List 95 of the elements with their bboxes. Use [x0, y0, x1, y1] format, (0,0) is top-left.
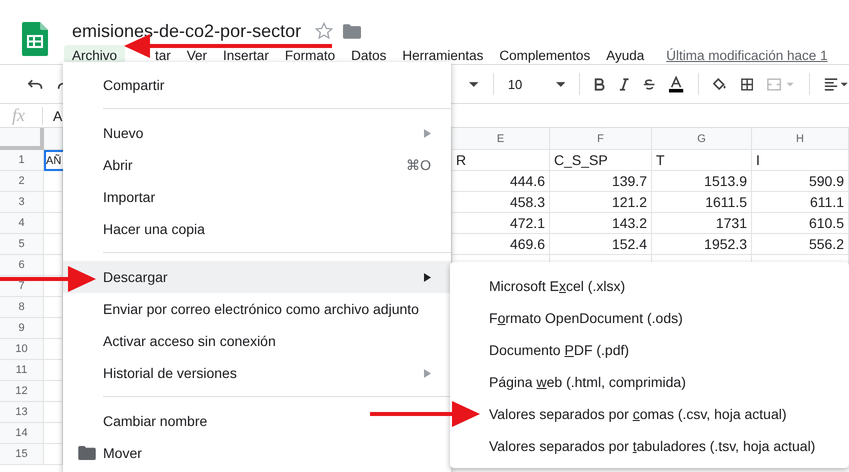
menu-label: Hacer una copia	[103, 221, 205, 237]
row-header[interactable]: 10	[0, 339, 44, 360]
table-cell: T	[652, 150, 752, 171]
row-header[interactable]: 11	[0, 360, 44, 381]
table-cell: 590.9	[752, 171, 849, 192]
font-size-field[interactable]: 10	[508, 76, 542, 92]
table-cell: 152.4	[550, 234, 652, 255]
menu-label: Importar	[103, 189, 156, 205]
menu-label: Enviar por correo electrónico como archivo adjunto	[103, 301, 419, 317]
bold-icon[interactable]	[594, 78, 605, 90]
menu-item[interactable]: Datos	[343, 45, 394, 66]
menu-option[interactable]: Historial de versiones	[63, 357, 451, 389]
menu-label: Cambiar nombre	[103, 413, 208, 429]
table-cell: 458.3	[452, 192, 550, 213]
row-header[interactable]: 3	[0, 192, 44, 213]
italic-icon[interactable]	[618, 78, 630, 90]
fill-color-icon[interactable]	[712, 78, 727, 90]
menu-item[interactable]: Ver	[178, 45, 216, 66]
menu-option[interactable]: Microsoft Excel (.xlsx)	[450, 270, 849, 302]
table-cell: 139.7	[550, 171, 652, 192]
menu-option[interactable]: Formato OpenDocument (.ods)	[450, 302, 849, 334]
menu-item[interactable]: Ayuda	[598, 45, 652, 66]
menu-option[interactable]: Abrir ⌘O	[63, 149, 451, 181]
menu-item[interactable]: Formato	[276, 45, 344, 66]
menu-label: Activar acceso sin conexión	[103, 333, 276, 349]
caret-icon[interactable]	[556, 82, 566, 86]
last-modified-link[interactable]: Última modificación hace 1	[666, 48, 828, 63]
menu-label: Nuevo	[103, 125, 144, 141]
menu-option[interactable]: Importar	[63, 181, 451, 213]
strikethrough-icon[interactable]	[643, 78, 656, 90]
document-title[interactable]: emisiones-de-co2-por-sector	[72, 20, 302, 42]
folder-icon[interactable]	[343, 24, 362, 38]
menu-item[interactable]: Herramientas	[394, 45, 492, 66]
table-cell: 610.5	[752, 213, 849, 234]
menu-option[interactable]: Página web (.html, comprimida)	[450, 366, 849, 398]
star-icon[interactable]	[315, 22, 334, 40]
align-icon[interactable]	[824, 78, 849, 90]
menu-label: Historial de versiones	[103, 365, 237, 381]
row-header[interactable]: 14	[0, 423, 44, 444]
row-header[interactable]: 13	[0, 402, 44, 423]
table-cell: 1952.3	[652, 234, 752, 255]
merge-cells-icon[interactable]	[767, 78, 796, 90]
sheets-logo-icon[interactable]	[22, 22, 48, 56]
table-cell: 143.2	[550, 213, 652, 234]
text-color-icon[interactable]	[669, 76, 684, 92]
table-cell: I	[752, 150, 849, 171]
row-header[interactable]: 12	[0, 381, 44, 402]
table-cell: 472.1	[452, 213, 550, 234]
column-header[interactable]: G	[652, 128, 752, 150]
menu-option[interactable]: Valores separados por comas (.csv, hoja actual)	[450, 398, 849, 430]
folder-icon	[78, 446, 96, 460]
menu-option[interactable]: Activar acceso sin conexión	[63, 325, 451, 357]
menu-label: Abrir	[103, 157, 133, 173]
table-cell: 1513.9	[652, 171, 752, 192]
formula-field[interactable]: A	[53, 108, 62, 124]
menu-label: Compartir	[103, 77, 164, 93]
menu-option[interactable]: Hacer una copia	[63, 213, 451, 245]
table-cell: C_S_SP	[550, 150, 652, 171]
undo-icon[interactable]	[28, 78, 44, 90]
table-cell: 121.2	[550, 192, 652, 213]
menu-option[interactable]: Documento PDF (.pdf)	[450, 334, 849, 366]
column-header[interactable]: H	[752, 128, 849, 150]
menu-option[interactable]: Cambiar nombre	[63, 405, 451, 437]
row-header[interactable]: 9	[0, 318, 44, 339]
menu-item[interactable]: Insertar	[215, 45, 277, 66]
row-header[interactable]: 15	[0, 444, 44, 465]
row-header[interactable]: 8	[0, 297, 44, 318]
menu-option[interactable]: Descargar	[63, 261, 451, 293]
table-cell: 1731	[652, 213, 752, 234]
table-cell: 469.6	[452, 234, 550, 255]
menu-item[interactable]: Complementos	[491, 45, 598, 66]
formula-label: fx	[11, 105, 26, 126]
menu-item[interactable]: tar	[147, 45, 179, 66]
menu-option[interactable]: Nuevo	[63, 117, 451, 149]
borders-icon[interactable]	[740, 78, 754, 90]
menu-option[interactable]: Valores separados por tabuladores (.tsv, hoja actual)	[450, 430, 849, 462]
table-cell: R	[452, 150, 550, 171]
menu-option[interactable]: Enviar por correo electrónico como archivo adjunto	[63, 293, 451, 325]
shortcut-label: ⌘O	[406, 157, 431, 173]
menu-label: Mover	[103, 445, 142, 461]
column-header[interactable]: E	[452, 128, 550, 150]
table-cell: 556.2	[752, 234, 849, 255]
menu-option[interactable]: Compartir	[63, 69, 451, 101]
row-header[interactable]: 6	[0, 255, 44, 276]
menu-label: Descargar	[103, 269, 168, 285]
column-header[interactable]: F	[550, 128, 652, 150]
menu-option[interactable]: Mover	[63, 437, 451, 469]
row-header[interactable]: 4	[0, 213, 44, 234]
row-header[interactable]: 2	[0, 171, 44, 192]
table-cell: 1611.5	[652, 192, 752, 213]
row-header[interactable]: 1	[0, 150, 44, 171]
row-header[interactable]: 5	[0, 234, 44, 255]
table-cell: 444.6	[452, 171, 550, 192]
caret-icon[interactable]	[469, 82, 479, 86]
table-cell: 611.1	[752, 192, 849, 213]
